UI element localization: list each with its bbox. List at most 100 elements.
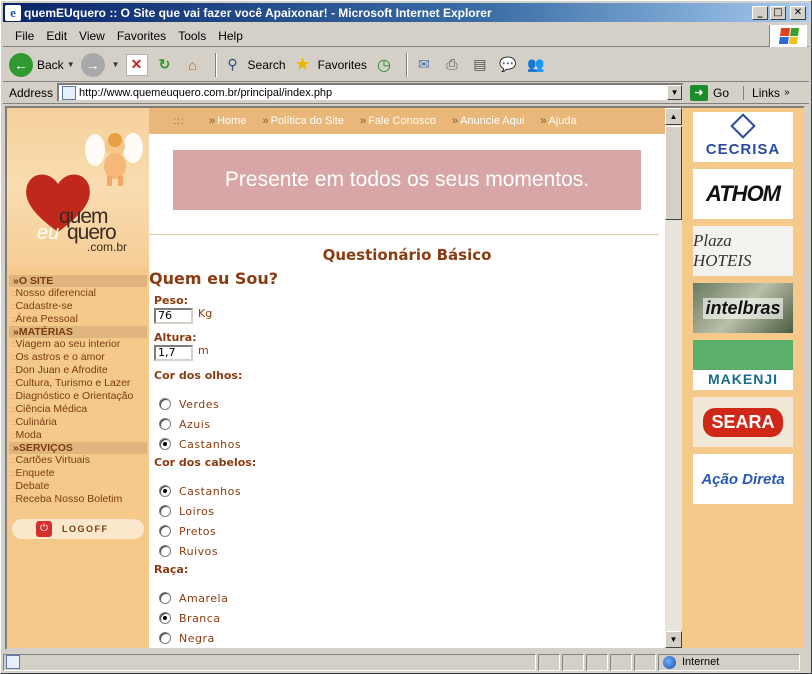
radio-cabelos-castanhos[interactable]: Castanhos bbox=[154, 481, 654, 501]
banner[interactable]: Presente em todos os seus momentos. bbox=[173, 150, 641, 210]
radio-raca-branca[interactable]: Branca bbox=[154, 608, 654, 628]
nav-section-site: »O SITE bbox=[9, 275, 147, 287]
radio-button-checked[interactable] bbox=[159, 612, 171, 624]
nav-item-culinaria[interactable]: ::Culinária bbox=[7, 416, 149, 429]
minimize-button[interactable]: _ bbox=[752, 5, 768, 20]
mail-icon[interactable]: ✉ bbox=[413, 54, 435, 76]
nav-item-ciencia-medica[interactable]: ::Ciência Médica bbox=[7, 403, 149, 416]
sponsor-cecrisa[interactable]: CECRISA bbox=[693, 112, 793, 162]
topnav-anuncie[interactable]: » Anuncie Aqui bbox=[452, 115, 524, 127]
menu-help[interactable]: Help bbox=[212, 29, 249, 43]
radio-raca-amarela[interactable]: Amarela bbox=[154, 588, 654, 608]
menu-favorites[interactable]: Favorites bbox=[111, 29, 172, 43]
sponsor-plaza[interactable]: Plaza HOTEIS bbox=[693, 226, 793, 276]
radio-olhos-verdes[interactable]: Verdes bbox=[154, 394, 654, 414]
address-input[interactable]: http://www.quemeuquero.com.br/principal/… bbox=[57, 83, 685, 102]
nav-item-nosso-diferencial[interactable]: ::Nosso diferencial bbox=[7, 287, 149, 300]
search-icon: ⚲ bbox=[227, 56, 238, 72]
back-button[interactable]: ← Back ▼ bbox=[9, 52, 75, 77]
forward-button[interactable]: → ▼ bbox=[80, 52, 120, 77]
nav-item-don-juan[interactable]: ::Don Juan e Afrodite bbox=[7, 364, 149, 377]
site-logo[interactable]: quem eu quero .com.br bbox=[7, 108, 149, 268]
sponsor-athom[interactable]: ATHOM bbox=[693, 169, 793, 219]
favorites-button[interactable]: ★ Favorites bbox=[292, 54, 367, 76]
left-sidebar: quem eu quero .com.br »O SITE ::Nosso di… bbox=[7, 108, 149, 648]
menu-edit[interactable]: Edit bbox=[40, 29, 73, 43]
topnav-politica[interactable]: » Política do Site bbox=[262, 115, 344, 127]
sponsor-acao-direta[interactable]: Ação Direta bbox=[693, 454, 793, 504]
sponsor-makenji[interactable]: MAKENJI bbox=[693, 340, 793, 390]
radio-cabelos-ruivos[interactable]: Ruivos bbox=[154, 541, 654, 561]
nav-item-area-pessoal[interactable]: ::Área Pessoal bbox=[7, 313, 149, 326]
refresh-icon[interactable]: ↻ bbox=[154, 54, 176, 76]
radio-raca-negra[interactable]: Negra bbox=[154, 628, 654, 648]
vertical-scrollbar[interactable]: ▲ ▼ bbox=[665, 108, 682, 648]
nav-item-enquete[interactable]: ::Enquete bbox=[7, 467, 149, 480]
radio-button-checked[interactable] bbox=[159, 438, 171, 450]
maximize-button[interactable]: □ bbox=[770, 5, 786, 20]
scroll-down-icon[interactable]: ▼ bbox=[665, 631, 682, 648]
nav-item-debate[interactable]: ::Debate bbox=[7, 480, 149, 493]
links-button[interactable]: Links bbox=[743, 85, 780, 100]
menu-file[interactable]: File bbox=[3, 29, 40, 43]
nav-grip: ::: bbox=[173, 115, 185, 127]
status-text-cell bbox=[3, 653, 536, 671]
questionnaire-form: Peso: 76 Kg Altura: 1,7 m Cor dos olhos:… bbox=[154, 294, 654, 648]
radio-button[interactable] bbox=[159, 592, 171, 604]
messenger-icon[interactable]: 👥 bbox=[525, 54, 547, 76]
address-dropdown-icon[interactable]: ▼ bbox=[667, 85, 683, 100]
radio-button[interactable] bbox=[159, 545, 171, 557]
menu-view[interactable]: View bbox=[73, 29, 111, 43]
status-bar: Internet bbox=[3, 652, 809, 672]
title-bar[interactable]: e quemEUquero :: O Site que vai fazer vo… bbox=[3, 3, 809, 22]
back-arrow-icon: ← bbox=[9, 52, 33, 77]
zone-label: Internet bbox=[682, 656, 720, 668]
go-button[interactable]: ➜ Go bbox=[690, 84, 729, 101]
nav-item-cadastre-se[interactable]: ::Cadastre-se bbox=[7, 300, 149, 313]
address-url[interactable]: http://www.quemeuquero.com.br/principal/… bbox=[79, 87, 332, 99]
radio-button[interactable] bbox=[159, 398, 171, 410]
topnav-home[interactable]: » Home bbox=[209, 115, 246, 127]
radio-cabelos-loiros[interactable]: Loiros bbox=[154, 501, 654, 521]
sponsor-seara[interactable]: SEARA bbox=[693, 397, 793, 447]
radio-button[interactable] bbox=[159, 632, 171, 644]
nav-item-viagem[interactable]: ::Viagem ao seu interior bbox=[7, 338, 149, 351]
nav-item-astros[interactable]: ::Os astros e o amor bbox=[7, 351, 149, 364]
scroll-up-icon[interactable]: ▲ bbox=[665, 108, 682, 125]
peso-input[interactable]: 76 bbox=[154, 308, 193, 324]
radio-button-checked[interactable] bbox=[159, 485, 171, 497]
home-icon[interactable]: ⌂ bbox=[182, 54, 204, 76]
top-nav: ::: » Home » Política do Site » Fale Conosc… bbox=[149, 108, 665, 134]
left-nav: »O SITE ::Nosso diferencial ::Cadastre-s… bbox=[7, 275, 149, 506]
topnav-fale-conosco[interactable]: » Fale Conosco bbox=[360, 115, 436, 127]
favorites-label: Favorites bbox=[317, 57, 367, 72]
nav-item-diagnostico[interactable]: ::Diagnóstico e Orientação bbox=[7, 390, 149, 403]
scroll-thumb[interactable] bbox=[665, 126, 682, 220]
sponsor-intelbras[interactable]: intelbras bbox=[693, 283, 793, 333]
history-icon[interactable]: ◷ bbox=[373, 54, 395, 76]
nav-item-cultura[interactable]: ::Cultura, Turismo e Lazer bbox=[7, 377, 149, 390]
stop-icon[interactable]: ✕ bbox=[125, 53, 148, 76]
discuss-icon[interactable]: 💬 bbox=[497, 54, 519, 76]
forward-dropdown-icon[interactable]: ▼ bbox=[112, 60, 120, 69]
menu-tools[interactable]: Tools bbox=[172, 29, 212, 43]
close-button[interactable]: ✕ bbox=[790, 5, 806, 20]
radio-olhos-azuis[interactable]: Azuis bbox=[154, 414, 654, 434]
topnav-ajuda[interactable]: » Ajuda bbox=[540, 115, 576, 127]
radio-button[interactable] bbox=[159, 418, 171, 430]
nav-item-cartoes[interactable]: ::Cartões Virtuais bbox=[7, 454, 149, 467]
edit-icon[interactable]: ▤ bbox=[469, 54, 491, 76]
links-chevron-icon[interactable]: » bbox=[784, 87, 790, 98]
main-content: Presente em todos os seus momentos. Ques… bbox=[149, 134, 665, 648]
nav-item-moda[interactable]: ::Moda bbox=[7, 429, 149, 442]
print-icon[interactable]: ⎙ bbox=[441, 54, 463, 76]
nav-item-boletim[interactable]: ::Receba Nosso Boletim bbox=[7, 493, 149, 506]
radio-button[interactable] bbox=[159, 505, 171, 517]
radio-button[interactable] bbox=[159, 525, 171, 537]
radio-cabelos-pretos[interactable]: Pretos bbox=[154, 521, 654, 541]
radio-olhos-castanhos[interactable]: Castanhos bbox=[154, 434, 654, 454]
search-button[interactable]: ⚲ Search bbox=[222, 54, 285, 76]
altura-input[interactable]: 1,7 bbox=[154, 345, 193, 361]
back-dropdown-icon[interactable]: ▼ bbox=[67, 60, 75, 69]
logoff-button[interactable]: ⏻ LOGOFF bbox=[12, 519, 144, 539]
